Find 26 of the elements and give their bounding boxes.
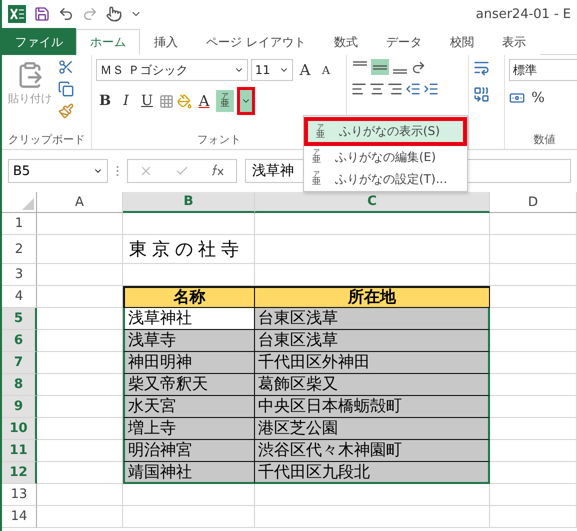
menu-item-label: ふりがなの表示(S)	[339, 123, 440, 140]
table-cell: 台東区浅草	[255, 330, 490, 352]
table-cell: 渋谷区代々木神園町	[255, 440, 490, 462]
table-cell: 浅草寺	[123, 330, 255, 352]
table-cell: 柴又帝釈天	[123, 374, 255, 396]
group-label: クリップボード	[8, 132, 85, 146]
table-cell: 増上寺	[123, 418, 255, 440]
table-cell: 千代田区外神田	[255, 352, 490, 374]
table-cell: 港区芝公園	[255, 418, 490, 440]
table-cell: 靖国神社	[123, 462, 255, 484]
table-cell: 葛飾区柴又	[255, 374, 490, 396]
sheet-title: 東京の社寺	[123, 235, 255, 264]
menu-item-label: ふりがなの編集(E)	[335, 148, 436, 166]
table-cell: 浅草神社	[123, 308, 255, 330]
table-cell: 明治神宮	[123, 440, 255, 462]
table-cell: 水天宮	[123, 396, 255, 418]
window-title: anser24-01 - E	[476, 6, 571, 22]
table-cell: 中央区日本橋蛎殻町	[255, 396, 490, 418]
group-label: フォント	[197, 132, 241, 146]
table-cell: 台東区浅草	[255, 308, 490, 330]
table-cell: 千代田区九段北	[255, 462, 490, 484]
table-cell: 神田明神	[123, 352, 255, 374]
table-header-cell: 所在地	[255, 286, 490, 308]
group-label: 数値	[534, 132, 556, 146]
table-header-cell: 名称	[123, 286, 255, 308]
menu-item-label: ふりがなの設定(T)...	[335, 170, 448, 188]
